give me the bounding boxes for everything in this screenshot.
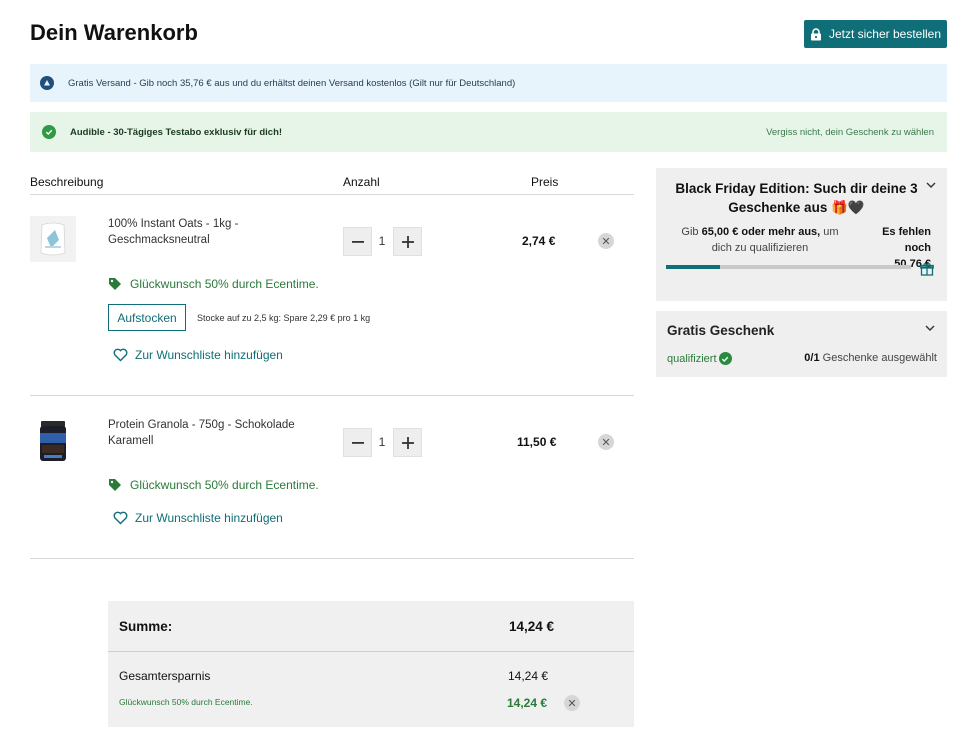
increase-quantity-button[interactable] xyxy=(393,428,422,457)
chevron-down-icon[interactable] xyxy=(926,180,936,190)
add-to-wishlist-link[interactable]: Zur Wunschliste hinzufügen xyxy=(113,511,283,525)
product-name[interactable]: 100% Instant Oats - 1kg - Geschmacksneut… xyxy=(108,216,323,248)
summary-promo-value: 14,24 € xyxy=(507,696,548,710)
chevron-down-icon[interactable] xyxy=(925,323,935,333)
order-summary: Summe: 14,24 € Gesamtersparnis 14,24 € G… xyxy=(108,601,634,727)
column-header-quantity: Anzahl xyxy=(343,175,380,189)
gift-progress-bar xyxy=(666,265,911,269)
add-to-wishlist-link[interactable]: Zur Wunschliste hinzufügen xyxy=(113,348,283,362)
check-circle-icon xyxy=(718,352,732,365)
audible-banner: Audible - 30-Tägiges Testabo exklusiv fü… xyxy=(30,112,947,152)
lock-icon xyxy=(810,27,821,40)
promo-note: Glückwunsch 50% durch Ecentime. xyxy=(108,277,319,291)
free-gift-panel xyxy=(656,311,947,377)
remove-item-button[interactable]: ✕ xyxy=(598,233,614,249)
gift-heart-emoji: 🎁🖤 xyxy=(831,200,865,215)
savings-label: Gesamtersparnis xyxy=(119,669,211,683)
total-label: Summe: xyxy=(119,619,173,634)
item-price: 2,74 € xyxy=(522,234,556,248)
audible-banner-text: Audible - 30-Tägiges Testabo exklusiv fü… xyxy=(70,126,283,138)
plus-icon xyxy=(401,235,414,248)
wishlist-label: Zur Wunschliste hinzufügen xyxy=(135,348,283,362)
decrease-quantity-button[interactable] xyxy=(343,227,372,256)
minus-icon xyxy=(351,240,364,243)
plus-icon xyxy=(401,436,414,449)
promo-text: Glückwunsch 50% durch Ecentime. xyxy=(130,277,319,291)
check-circle-icon xyxy=(42,125,56,139)
total-value: 14,24 € xyxy=(509,619,555,634)
minus-icon xyxy=(351,441,364,444)
gift-progress-fill xyxy=(666,265,720,269)
tag-icon xyxy=(109,278,121,290)
close-icon: ✕ xyxy=(567,697,577,710)
shipping-banner-text: Gratis Versand - Gib noch 35,76 € aus un… xyxy=(68,77,516,89)
restock-note: Stocke auf zu 2,5 kg: Spare 2,29 € pro 1… xyxy=(197,313,371,323)
savings-value: 14,24 € xyxy=(508,669,549,683)
quantity-value[interactable]: 1 xyxy=(372,435,392,449)
choose-gift-link[interactable]: Vergiss nicht, dein Geschenk zu wählen xyxy=(766,127,934,138)
qualified-label: qualifiziert xyxy=(667,352,717,365)
gifts-selected-count: 0/1 xyxy=(804,352,820,364)
header-divider xyxy=(30,194,634,195)
spend-amount: 65,00 € oder mehr aus, xyxy=(701,226,821,238)
shipping-banner: Gratis Versand - Gib noch 35,76 € aus un… xyxy=(30,64,947,102)
heart-icon xyxy=(113,511,128,525)
column-header-description: Beschreibung xyxy=(30,175,104,189)
heart-icon xyxy=(113,348,128,362)
product-image-oats[interactable] xyxy=(30,216,76,262)
free-gift-title: Gratis Geschenk xyxy=(667,323,775,338)
gift-promo-title-text: Black Friday Edition: Such dir deine 3 G… xyxy=(675,181,918,215)
quantity-value[interactable]: 1 xyxy=(372,234,392,248)
gifts-selected: 0/1 Geschenke ausgewählt xyxy=(804,352,937,364)
qualified-status: qualifiziert xyxy=(667,352,732,365)
checkout-button[interactable]: Jetzt sicher bestellen xyxy=(804,20,947,48)
product-image-granola[interactable] xyxy=(30,417,76,463)
increase-quantity-button[interactable] xyxy=(393,227,422,256)
column-header-price: Preis xyxy=(531,175,559,189)
row-divider xyxy=(30,558,634,559)
item-price: 11,50 € xyxy=(517,435,557,449)
page-title: Dein Warenkorb xyxy=(30,20,198,45)
info-icon xyxy=(40,76,54,90)
gift-promo-title: Black Friday Edition: Such dir deine 3 G… xyxy=(674,179,919,217)
summary-divider xyxy=(108,651,634,652)
product-name[interactable]: Protein Granola - 750g - Schokolade Kara… xyxy=(108,417,323,449)
summary-promo-label: Glückwunsch 50% durch Ecentime. xyxy=(119,697,253,707)
remove-promo-button[interactable]: ✕ xyxy=(564,695,580,711)
wishlist-label: Zur Wunschliste hinzufügen xyxy=(135,511,283,525)
checkout-label: Jetzt sicher bestellen xyxy=(828,27,942,41)
remove-item-button[interactable]: ✕ xyxy=(598,434,614,450)
promo-note: Glückwunsch 50% durch Ecentime. xyxy=(108,478,319,492)
row-divider xyxy=(30,395,634,396)
restock-button[interactable]: Aufstocken xyxy=(108,304,186,331)
spend-hint: Gib 65,00 € oder mehr aus, um dich zu qu… xyxy=(674,224,846,256)
missing-label: Es fehlen noch xyxy=(882,226,931,254)
decrease-quantity-button[interactable] xyxy=(343,428,372,457)
promo-text: Glückwunsch 50% durch Ecentime. xyxy=(130,478,319,492)
spend-prefix: Gib xyxy=(681,226,699,238)
close-icon: ✕ xyxy=(601,436,611,449)
gift-icon xyxy=(920,263,934,276)
close-icon: ✕ xyxy=(601,235,611,248)
gifts-selected-label: Geschenke ausgewählt xyxy=(822,352,937,364)
tag-icon xyxy=(109,479,121,491)
